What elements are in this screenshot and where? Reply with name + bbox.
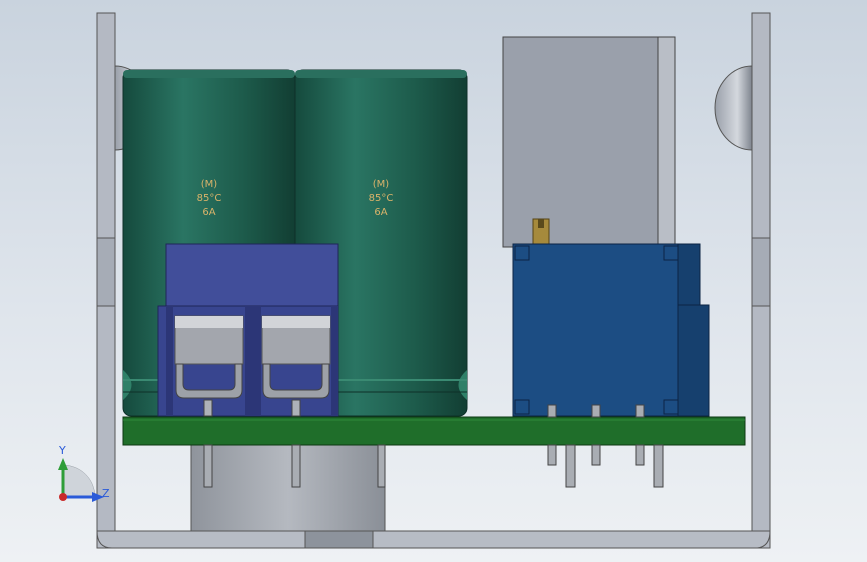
capacitor-left-brand: (M): [201, 179, 218, 190]
y-axis-label: Y: [58, 444, 66, 457]
capacitor-left-temp: 85°C: [197, 193, 222, 204]
right-dome: [714, 65, 753, 151]
capacitor-left-rating: 6A: [202, 207, 215, 218]
capacitor-right-temp: 85°C: [369, 193, 394, 204]
z-axis-label: Z: [102, 487, 110, 500]
pcb: [122, 416, 746, 446]
standoff: [190, 444, 386, 532]
capacitor-right-brand: (M): [373, 179, 390, 190]
relay: [512, 218, 710, 417]
terminal-block: [157, 243, 339, 417]
capacitor-right-rating: 6A: [374, 207, 387, 218]
cad-viewport[interactable]: (M) 85°C 6A (M) 85°C 6A Y Z: [0, 0, 867, 562]
heatsink-block: [502, 36, 676, 248]
